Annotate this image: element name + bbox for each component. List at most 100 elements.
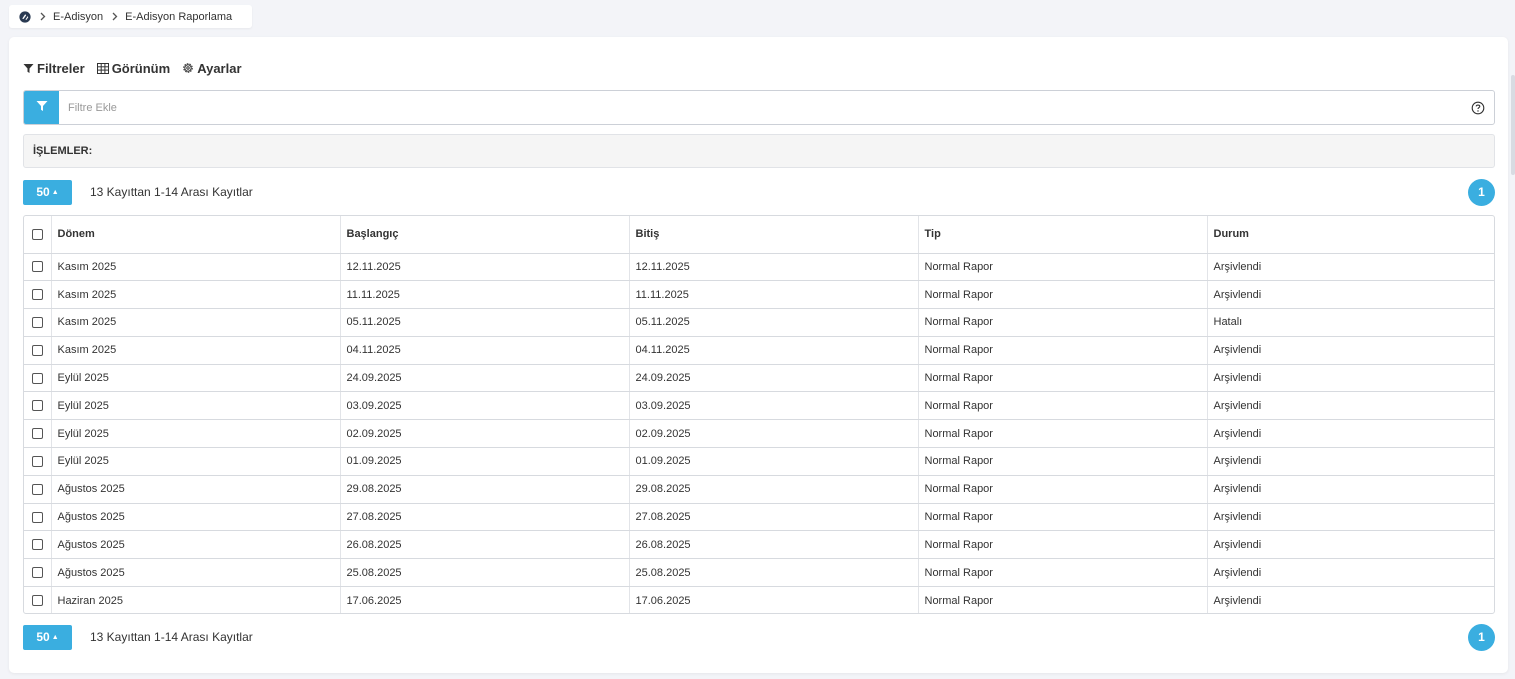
pager-bottom: 50 ▲ 13 Kayıttan 1-14 Arası Kayıtlar 1 <box>23 623 1495 651</box>
cell-baslangic: 01.09.2025 <box>339 447 629 476</box>
column-header-baslangic[interactable]: Başlangıç <box>339 216 629 254</box>
cell-baslangic: 26.08.2025 <box>339 530 629 560</box>
cell-bitis: 24.09.2025 <box>628 364 918 393</box>
cell-tip: Normal Rapor <box>917 391 1207 421</box>
settings-button[interactable]: Ayarlar <box>182 61 242 76</box>
row-checkbox[interactable] <box>32 372 43 384</box>
cell-durum: Arşivlendi <box>1206 475 1494 504</box>
cell-tip: Normal Rapor <box>917 308 1207 337</box>
cell-baslangic: 24.09.2025 <box>339 364 629 393</box>
table-row[interactable]: Kasım 2025 11.11.2025 11.11.2025 Normal Rap… <box>24 280 1494 310</box>
row-checkbox[interactable] <box>32 428 43 440</box>
row-checkbox[interactable] <box>32 595 43 607</box>
cell-bitis: 03.09.2025 <box>628 391 918 421</box>
row-checkbox[interactable] <box>32 483 43 495</box>
cell-bitis: 02.09.2025 <box>628 419 918 449</box>
page-button-1[interactable]: 1 <box>1468 623 1495 651</box>
filter-input[interactable] <box>59 91 1471 124</box>
cell-baslangic: 12.11.2025 <box>339 253 629 282</box>
cell-donem: Haziran 2025 <box>50 586 340 613</box>
cell-baslangic: 03.09.2025 <box>339 391 629 421</box>
cell-durum: Arşivlendi <box>1206 447 1494 476</box>
view-button[interactable]: Görünüm <box>96 60 171 76</box>
row-checkbox[interactable] <box>32 456 43 468</box>
column-header-tip[interactable]: Tip <box>917 216 1207 254</box>
funnel-icon <box>23 63 34 74</box>
filter-bar <box>23 90 1495 125</box>
select-all-cell <box>24 216 51 254</box>
cell-durum: Arşivlendi <box>1206 530 1494 560</box>
row-select-cell <box>24 364 51 393</box>
cell-tip: Normal Rapor <box>917 475 1207 504</box>
table-row[interactable]: Ağustos 2025 27.08.2025 27.08.2025 Normal R… <box>24 503 1494 532</box>
app-logo-icon[interactable] <box>19 10 31 23</box>
row-checkbox[interactable] <box>32 539 43 551</box>
breadcrumb-item-e-adisyon[interactable]: E-Adisyon <box>53 11 103 23</box>
table-row[interactable]: Ağustos 2025 25.08.2025 25.08.2025 Normal R… <box>24 558 1494 588</box>
page-size-value: 50 <box>36 185 50 199</box>
cell-bitis: 17.06.2025 <box>628 586 918 613</box>
filters-label: Filtreler <box>37 60 85 76</box>
page-button-1[interactable]: 1 <box>1468 178 1495 206</box>
row-select-cell <box>24 336 51 365</box>
column-header-durum[interactable]: Durum <box>1206 216 1494 254</box>
cell-tip: Normal Rapor <box>917 419 1207 449</box>
table-row[interactable]: Ağustos 2025 26.08.2025 26.08.2025 Normal R… <box>24 530 1494 560</box>
scroll-indicator[interactable] <box>1511 75 1515 175</box>
row-checkbox[interactable] <box>32 511 43 523</box>
table-row[interactable]: Kasım 2025 05.11.2025 05.11.2025 Normal Rap… <box>24 308 1494 337</box>
cell-donem: Ağustos 2025 <box>50 503 340 532</box>
filter-toggle-button[interactable] <box>24 91 59 124</box>
main-panel: Filtreler Görünüm Ayarlar Filtre Ekle İŞ… <box>9 37 1508 673</box>
cell-donem: Kasım 2025 <box>50 253 340 282</box>
cell-bitis: 29.08.2025 <box>628 475 918 504</box>
cell-durum: Arşivlendi <box>1206 558 1494 588</box>
page-size-dropdown[interactable]: 50 ▲ <box>23 624 72 650</box>
cell-donem: Ağustos 2025 <box>50 558 340 588</box>
table-row[interactable]: Eylül 2025 02.09.2025 02.09.2025 Normal Rap… <box>24 419 1494 449</box>
row-checkbox[interactable] <box>32 400 43 412</box>
cell-tip: Normal Rapor <box>917 586 1207 613</box>
table-row[interactable]: Ağustos 2025 29.08.2025 29.08.2025 Normal R… <box>24 475 1494 504</box>
cell-donem: Ağustos 2025 <box>50 530 340 560</box>
operations-label: İŞLEMLER: <box>33 145 93 157</box>
view-label: Görünüm <box>111 60 171 76</box>
table-body: Kasım 2025 12.11.2025 12.11.2025 Normal Rap… <box>24 253 1494 613</box>
table-row[interactable]: Kasım 2025 04.11.2025 04.11.2025 Normal Rap… <box>24 336 1494 365</box>
row-checkbox[interactable] <box>32 289 43 301</box>
row-select-cell <box>24 475 51 504</box>
breadcrumb-item-e-adisyon-raporlama[interactable]: E-Adisyon Raporlama <box>125 11 232 23</box>
row-select-cell <box>24 391 51 421</box>
column-header-bitis[interactable]: Bitiş <box>628 216 918 254</box>
cell-bitis: 11.11.2025 <box>628 280 918 310</box>
row-checkbox[interactable] <box>32 344 43 356</box>
filters-button[interactable]: Filtreler <box>23 61 85 76</box>
cell-bitis: 12.11.2025 <box>628 253 918 282</box>
row-select-cell <box>24 280 51 310</box>
cell-donem: Eylül 2025 <box>50 447 340 476</box>
cell-durum: Arşivlendi <box>1206 336 1494 365</box>
table-row[interactable]: Haziran 2025 17.06.2025 17.06.2025 Normal R… <box>24 586 1494 613</box>
operations-bar: İŞLEMLER: <box>23 134 1495 168</box>
table-row[interactable]: Eylül 2025 03.09.2025 03.09.2025 Normal Rap… <box>24 391 1494 421</box>
cell-tip: Normal Rapor <box>917 503 1207 532</box>
table-row[interactable]: Kasım 2025 12.11.2025 12.11.2025 Normal Rap… <box>24 253 1494 282</box>
cell-bitis: 26.08.2025 <box>628 530 918 560</box>
row-checkbox[interactable] <box>32 317 43 329</box>
cell-donem: Eylül 2025 <box>50 364 340 393</box>
table-row[interactable]: Eylül 2025 01.09.2025 01.09.2025 Normal Rap… <box>24 447 1494 476</box>
select-all-checkbox[interactable] <box>32 228 43 240</box>
cell-baslangic: 04.11.2025 <box>339 336 629 365</box>
page-size-dropdown[interactable]: 50 ▲ <box>23 179 72 205</box>
question-circle-icon[interactable] <box>1471 101 1485 115</box>
cell-baslangic: 02.09.2025 <box>339 419 629 449</box>
cell-durum: Arşivlendi <box>1206 280 1494 310</box>
row-checkbox[interactable] <box>32 261 43 273</box>
cell-baslangic: 25.08.2025 <box>339 558 629 588</box>
cell-durum: Arşivlendi <box>1206 391 1494 421</box>
table-row[interactable]: Eylül 2025 24.09.2025 24.09.2025 Normal Rap… <box>24 364 1494 393</box>
column-header-donem[interactable]: Dönem <box>50 216 340 254</box>
cell-tip: Normal Rapor <box>917 336 1207 365</box>
row-checkbox[interactable] <box>32 567 43 579</box>
cell-donem: Kasım 2025 <box>50 280 340 310</box>
